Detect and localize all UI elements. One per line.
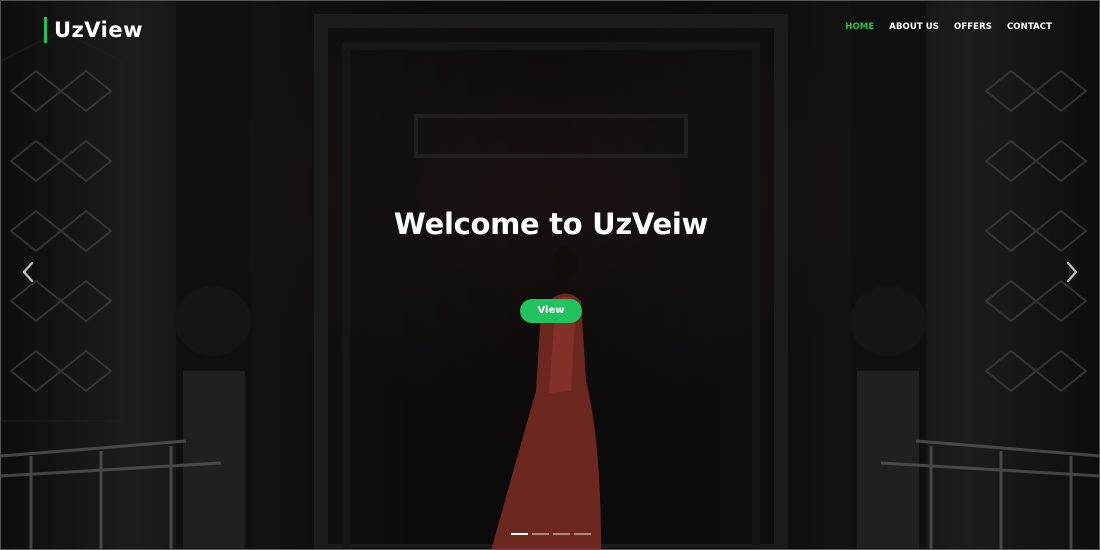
carousel-indicator[interactable] bbox=[574, 533, 591, 535]
brand-logo[interactable]: UzView bbox=[44, 17, 143, 43]
carousel-indicator[interactable] bbox=[532, 533, 549, 535]
view-button[interactable]: View bbox=[520, 299, 582, 323]
nav-item-about-us[interactable]: ABOUT US bbox=[889, 22, 939, 32]
main-nav: HOME ABOUT US OFFERS CONTACT bbox=[845, 22, 1052, 32]
hero-headline: Welcome to UzVeiw bbox=[393, 207, 709, 241]
hero-overlay bbox=[1, 1, 1099, 549]
carousel-prev-button[interactable] bbox=[19, 259, 39, 285]
chevron-left-icon bbox=[22, 261, 34, 283]
hero-carousel: UzView HOME ABOUT US OFFERS CONTACT Welc… bbox=[0, 0, 1100, 550]
nav-item-contact[interactable]: CONTACT bbox=[1007, 22, 1052, 32]
chevron-right-icon bbox=[1066, 261, 1078, 283]
carousel-indicator[interactable] bbox=[553, 533, 570, 535]
nav-item-home[interactable]: HOME bbox=[845, 22, 874, 32]
carousel-indicators bbox=[511, 533, 591, 535]
carousel-indicator[interactable] bbox=[511, 533, 528, 535]
carousel-next-button[interactable] bbox=[1061, 259, 1081, 285]
nav-item-offers[interactable]: OFFERS bbox=[954, 22, 992, 32]
